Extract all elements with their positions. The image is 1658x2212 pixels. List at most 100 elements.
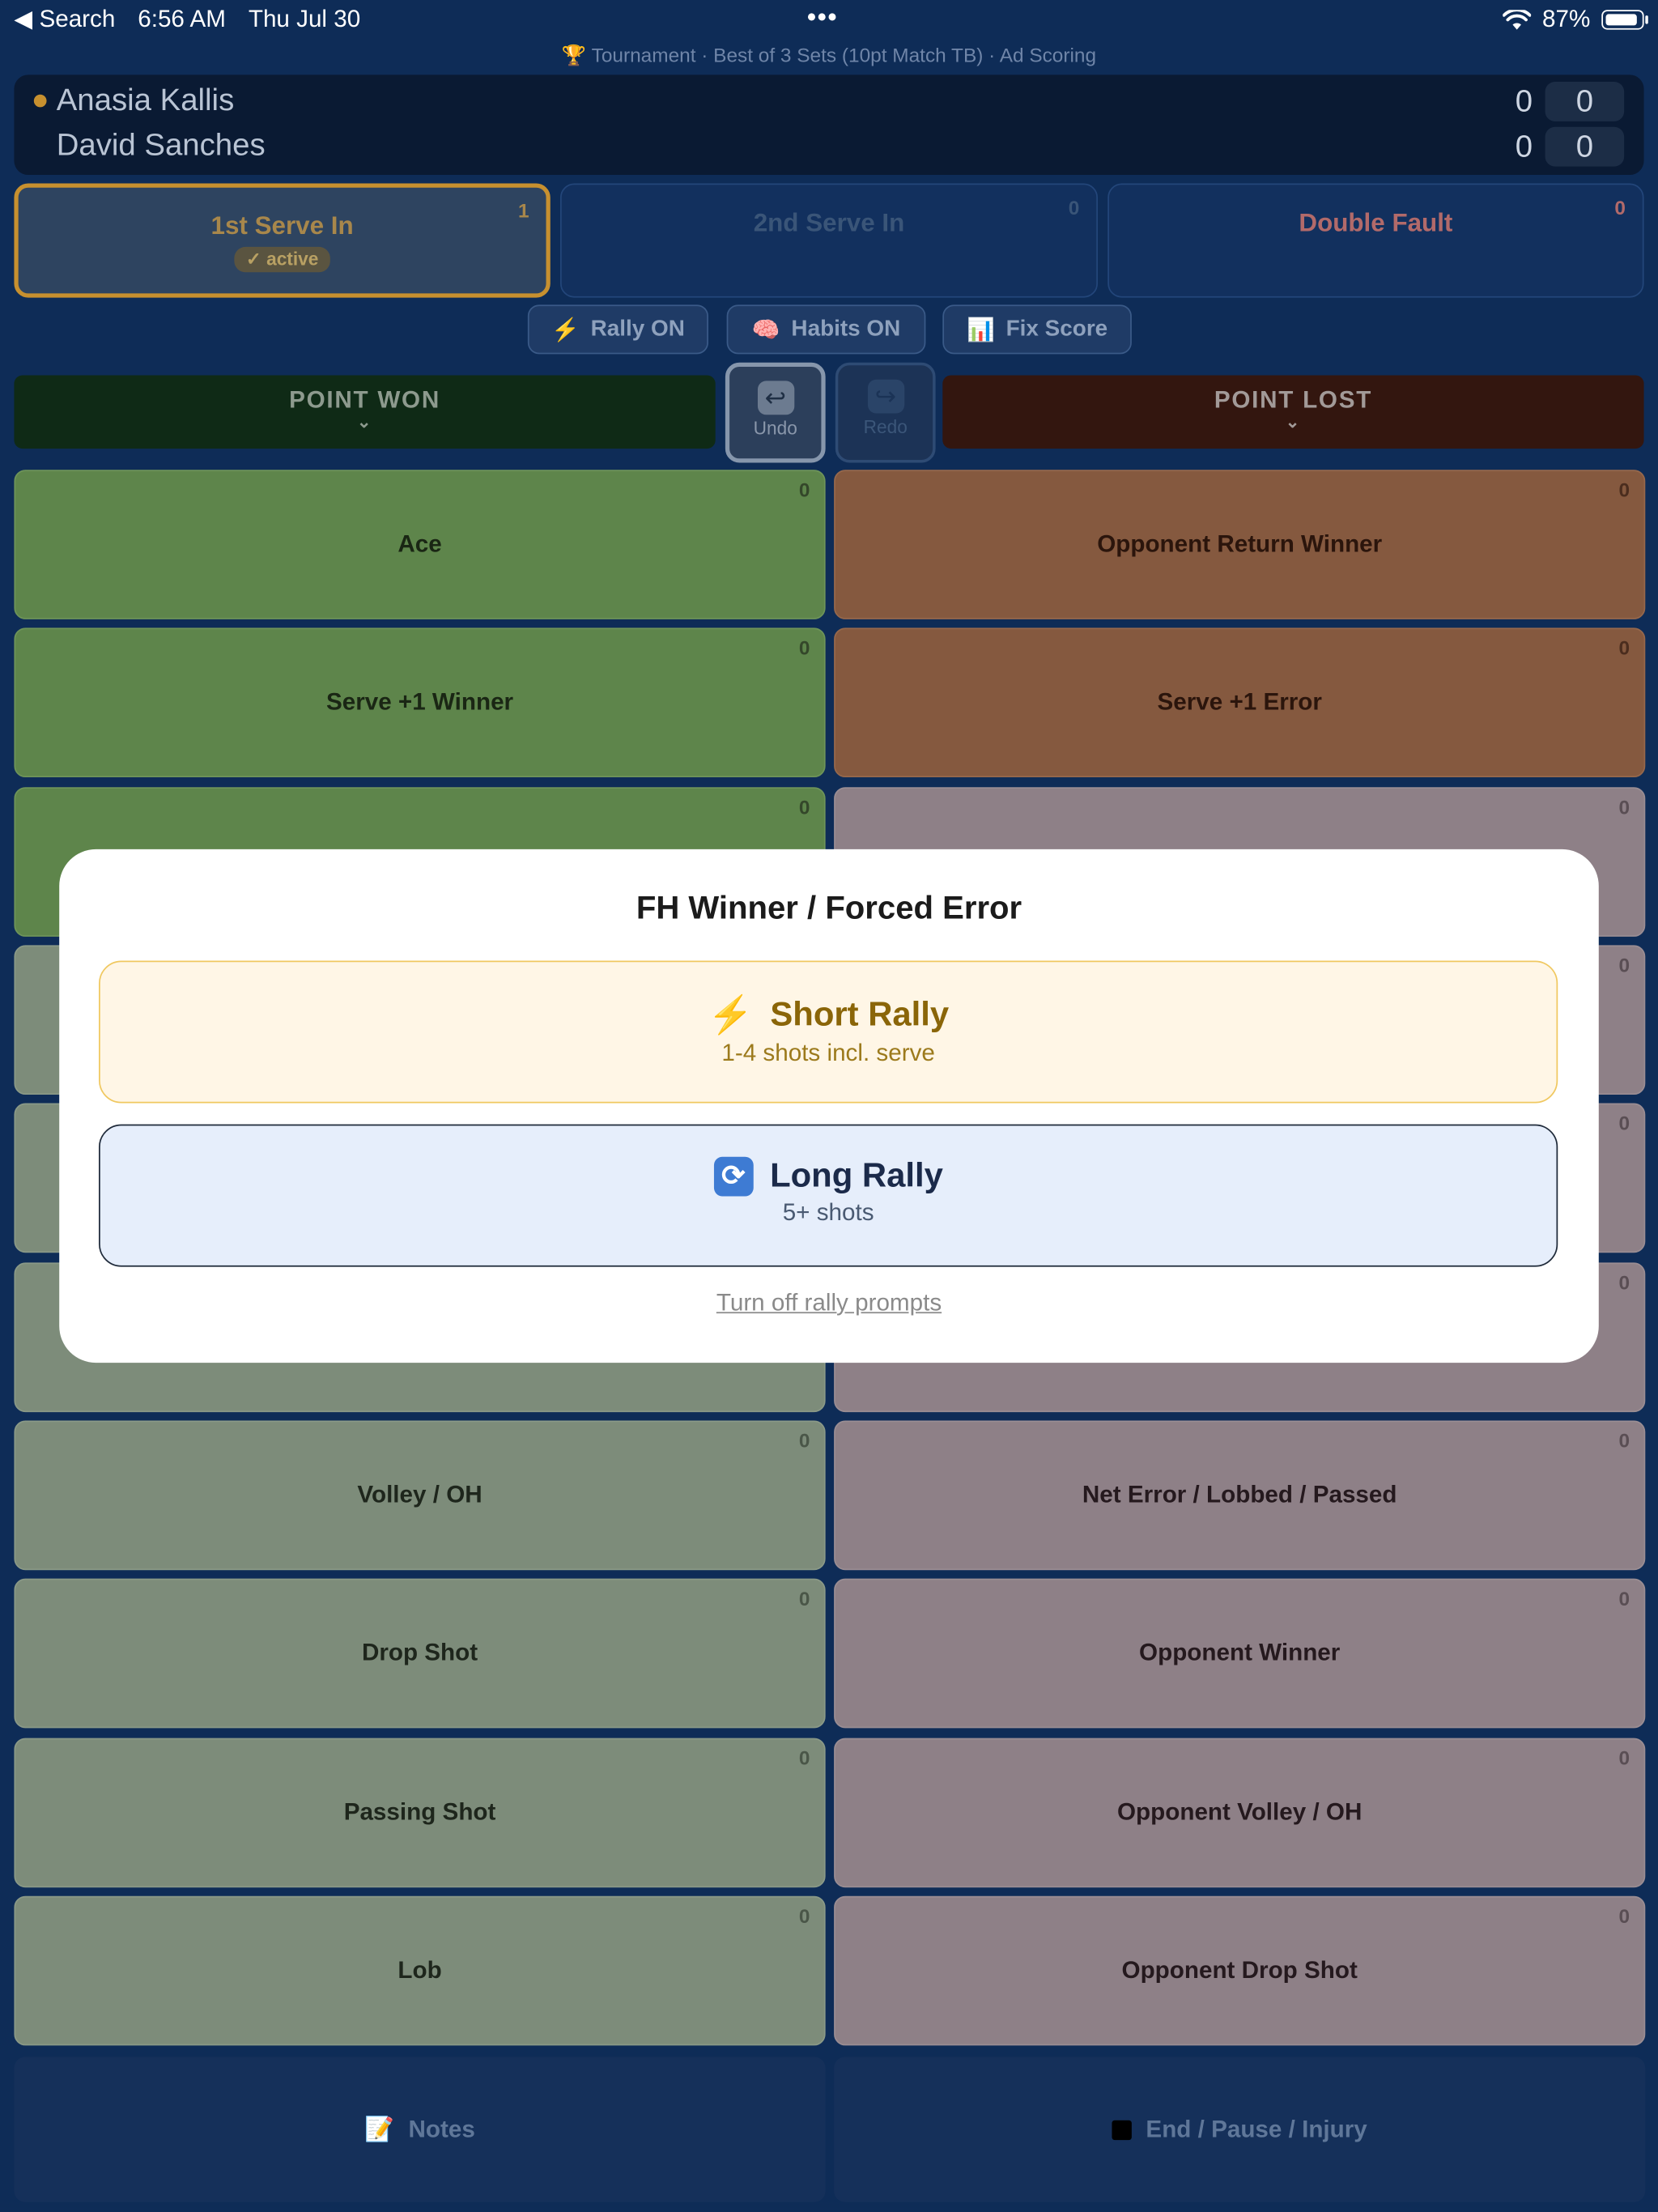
tile-volley-oh[interactable]: 0 Volley / OH: [14, 1420, 826, 1571]
redo-button[interactable]: ↪ Redo: [835, 362, 936, 463]
tile-ace[interactable]: 0 Ace: [14, 470, 826, 619]
double-fault-count: 0: [1614, 196, 1626, 219]
tile-count: 0: [798, 636, 810, 659]
player2-name: David Sanches: [56, 126, 266, 163]
multitask-dots-icon[interactable]: •••: [807, 2, 838, 32]
redo-arrow-icon: ↪: [867, 379, 904, 414]
tile-count: 0: [798, 1587, 810, 1610]
second-serve-in-button[interactable]: 0 2nd Serve In: [559, 183, 1099, 298]
tile-opponent-winner[interactable]: 0 Opponent Winner: [834, 1578, 1646, 1729]
tile-label: Net Error / Lobbed / Passed: [1082, 1481, 1397, 1508]
modal-title: FH Winner / Forced Error: [636, 888, 1022, 925]
turn-off-rally-prompts-link[interactable]: Turn off rally prompts: [0, 1290, 1658, 1318]
short-rally-option[interactable]: ⚡ Short Rally 1-4 shots incl. serve: [99, 960, 1558, 1104]
chevron-down-icon: ⌄: [1285, 411, 1302, 432]
long-rally-subtitle: 5+ shots: [782, 1198, 874, 1227]
tile-drop-shot[interactable]: 0 Drop Shot: [14, 1578, 826, 1729]
notes-button[interactable]: 📝 Notes: [14, 2057, 826, 2202]
tile-count: 0: [1618, 1746, 1630, 1769]
tile-label: Serve +1 Error: [1157, 688, 1322, 716]
tile-count: 0: [1618, 953, 1630, 976]
tile-count: 0: [798, 1428, 810, 1452]
chevron-down-icon: ⌄: [356, 411, 373, 432]
tile-count: 0: [1618, 1428, 1630, 1452]
tile-opponent-return-winner[interactable]: 0 Opponent Return Winner: [834, 470, 1646, 619]
double-fault-button[interactable]: 0 Double Fault: [1107, 183, 1644, 298]
lightning-bolt-icon: ⚡: [708, 993, 754, 1036]
tile-count: 0: [1618, 1587, 1630, 1610]
short-rally-subtitle: 1-4 shots incl. serve: [721, 1040, 935, 1067]
tile-label: Ace: [397, 530, 442, 558]
first-serve-in-button[interactable]: 1 1st Serve In ✓ active: [14, 183, 551, 298]
app-screen: ◀ Search 6:56 AM Thu Jul 30 ••• 87% 🏆 To…: [0, 0, 1658, 2212]
active-badge: ✓ active: [234, 246, 330, 273]
tile-count: 0: [798, 1746, 810, 1769]
scoreboard: Anasia Kallis David Sanches 0 0 0 0: [14, 74, 1644, 176]
status-bar: ◀ Search 6:56 AM Thu Jul 30 ••• 87%: [0, 0, 1658, 40]
tile-count: 0: [1618, 1904, 1630, 1928]
tile-count: 0: [798, 478, 810, 501]
tile-label: Serve +1 Winner: [325, 688, 514, 716]
cycle-arrows-icon: ⟳: [713, 1156, 754, 1197]
rally-toggle-label: Rally ON: [590, 317, 685, 341]
end-pause-injury-label: End / Pause / Injury: [1146, 2115, 1367, 2142]
player1-set-score: 0: [1515, 83, 1533, 119]
tile-opponent-volley-oh[interactable]: 0 Opponent Volley / OH: [834, 1738, 1646, 1888]
double-fault-label: Double Fault: [1299, 208, 1453, 237]
battery-icon: [1601, 10, 1648, 30]
turn-off-rally-prompts-label[interactable]: Turn off rally prompts: [716, 1290, 942, 1317]
tile-label: Opponent Drop Shot: [1121, 1956, 1358, 1984]
first-serve-count: 1: [518, 198, 529, 222]
long-rally-option[interactable]: ⟳ Long Rally 5+ shots: [99, 1124, 1558, 1267]
tile-passing-shot[interactable]: 0 Passing Shot: [14, 1738, 826, 1888]
tile-count: 0: [1618, 1111, 1630, 1134]
tile-lob[interactable]: 0 Lob: [14, 1895, 826, 2046]
habits-toggle-label: Habits ON: [791, 317, 901, 341]
tile-count: 0: [798, 795, 810, 819]
tile-count: 0: [1618, 636, 1630, 659]
tile-label: Opponent Winner: [1139, 1639, 1341, 1666]
player1-name: Anasia Kallis: [56, 82, 235, 117]
match-format-info: 🏆 Tournament · Best of 3 Sets (10pt Matc…: [0, 44, 1658, 68]
tile-serve-plus-one-error[interactable]: 0 Serve +1 Error: [834, 627, 1646, 778]
player2-game-score: 0: [1545, 126, 1625, 167]
tile-count: 0: [798, 1904, 810, 1928]
lightning-bolt-icon: ⚡: [551, 317, 580, 342]
undo-arrow-icon: ↩: [757, 381, 794, 415]
back-to-search-link[interactable]: ◀ Search: [14, 6, 115, 34]
habits-toggle-button[interactable]: 🧠 Habits ON: [726, 304, 926, 355]
status-time: 6:56 AM: [138, 5, 226, 33]
rally-toggle-button[interactable]: ⚡ Rally ON: [527, 304, 708, 355]
tile-label: Volley / OH: [357, 1481, 483, 1508]
notes-label: Notes: [408, 2115, 475, 2142]
redo-label: Redo: [863, 415, 908, 438]
first-serve-label: 1st Serve In: [210, 211, 354, 240]
bar-chart-icon: 📊: [966, 317, 995, 342]
point-lost-label: POINT LOST: [1214, 386, 1373, 414]
wifi-icon: [1503, 9, 1532, 29]
undo-button[interactable]: ↩ Undo: [725, 362, 826, 463]
tile-count: 0: [1618, 795, 1630, 819]
fix-score-label: Fix Score: [1005, 317, 1108, 341]
point-won-label: POINT WON: [289, 386, 441, 414]
point-won-header[interactable]: POINT WON ⌄: [14, 375, 716, 449]
tile-net-error-lobbed-passed[interactable]: 0 Net Error / Lobbed / Passed: [834, 1420, 1646, 1571]
fix-score-button[interactable]: 📊 Fix Score: [942, 304, 1132, 355]
long-rally-title: Long Rally: [770, 1156, 943, 1195]
tile-opponent-drop-shot[interactable]: 0 Opponent Drop Shot: [834, 1895, 1646, 2046]
battery-percent: 87%: [1542, 5, 1591, 33]
second-serve-label: 2nd Serve In: [753, 208, 905, 237]
undo-label: Undo: [753, 417, 797, 439]
tile-count: 0: [1618, 478, 1630, 501]
tile-label: Drop Shot: [361, 1639, 478, 1666]
player1-game-score: 0: [1545, 82, 1625, 121]
tile-serve-plus-one-winner[interactable]: 0 Serve +1 Winner: [14, 627, 826, 778]
short-rally-title: Short Rally: [770, 995, 950, 1034]
memo-icon: 📝: [364, 2115, 395, 2142]
tile-label: Passing Shot: [343, 1798, 496, 1826]
tile-label: Opponent Return Winner: [1097, 530, 1383, 558]
match-format-text: Tournament · Best of 3 Sets (10pt Match …: [591, 44, 1097, 66]
status-date: Thu Jul 30: [248, 5, 361, 33]
end-pause-injury-button[interactable]: End / Pause / Injury: [834, 2057, 1646, 2202]
point-lost-header[interactable]: POINT LOST ⌄: [942, 375, 1644, 449]
